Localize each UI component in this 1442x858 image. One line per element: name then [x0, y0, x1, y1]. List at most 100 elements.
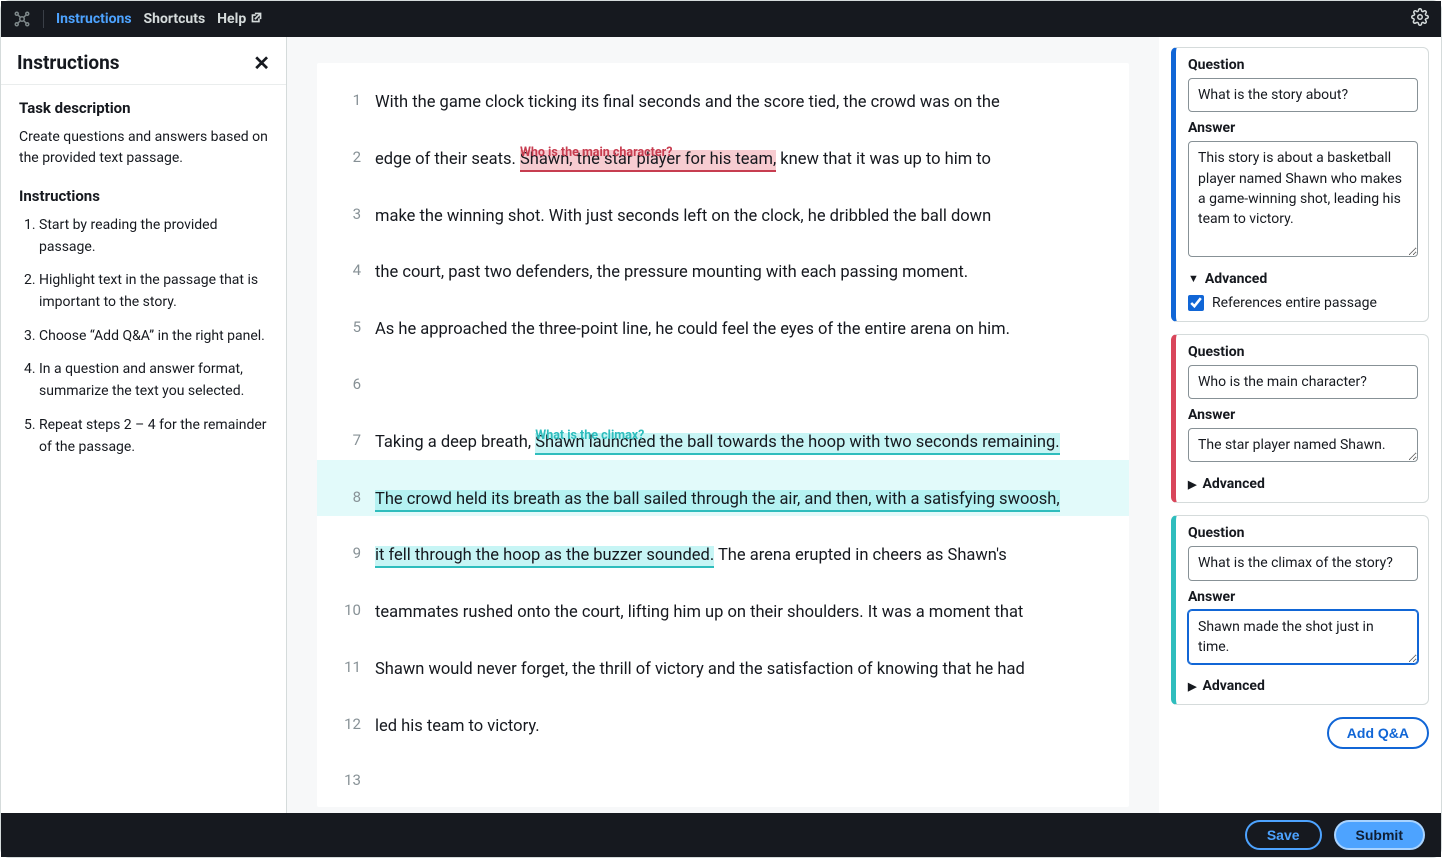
line-text[interactable]: make the winning shot. With just seconds…: [361, 177, 1117, 234]
line-number: 4: [329, 233, 361, 279]
line-number: 10: [329, 573, 361, 619]
close-icon[interactable]: ✕: [253, 53, 270, 73]
line-number: 2: [329, 120, 361, 166]
line-number: 6: [329, 347, 361, 393]
answer-label: Answer: [1188, 589, 1418, 605]
passage-line: 4 the court, past two defenders, the pre…: [317, 233, 1129, 290]
instruction-step: Start by reading the provided passage.: [39, 215, 268, 258]
answer-label: Answer: [1188, 407, 1418, 423]
line-number: 9: [329, 516, 361, 562]
task-description-heading: Task description: [19, 99, 268, 117]
passage-line: 2 edge of their seats. Who is the main c…: [317, 120, 1129, 177]
instructions-list: Start by reading the provided passage. H…: [19, 215, 268, 458]
line-number: 11: [329, 630, 361, 676]
nav-shortcuts[interactable]: Shortcuts: [144, 11, 206, 27]
question-input[interactable]: [1188, 546, 1418, 580]
footer: Save Submit: [1, 813, 1441, 857]
passage-area: 1 With the game clock ticking its final …: [287, 37, 1159, 813]
save-button[interactable]: Save: [1245, 820, 1322, 850]
instruction-step: In a question and answer format, summari…: [39, 359, 268, 402]
instructions-title: Instructions: [17, 51, 120, 74]
line-text[interactable]: [361, 347, 1117, 379]
chevron-right-icon: ▶: [1188, 478, 1196, 491]
advanced-label: Advanced: [1205, 271, 1267, 287]
qa-card: Question Answer The star player named Sh…: [1171, 334, 1429, 504]
line-text[interactable]: led his team to victory.: [361, 687, 1117, 744]
instructions-header: Instructions ✕: [1, 37, 286, 85]
advanced-toggle[interactable]: ▼ Advanced: [1188, 271, 1418, 287]
highlight[interactable]: The crowd held its breath as the ball sa…: [375, 490, 1060, 512]
add-qa-button[interactable]: Add Q&A: [1327, 717, 1429, 749]
line-number: 8: [329, 460, 361, 506]
advanced-toggle[interactable]: ▶ Advanced: [1188, 678, 1418, 694]
line-fragment: edge of their seats.: [375, 150, 520, 169]
question-label: Question: [1188, 344, 1418, 360]
passage-line: 10 teammates rushed onto the court, lift…: [317, 573, 1129, 630]
line-text[interactable]: Taking a deep breath, What is the climax…: [361, 403, 1117, 460]
advanced-toggle[interactable]: ▶ Advanced: [1188, 476, 1418, 492]
passage[interactable]: 1 With the game clock ticking its final …: [317, 63, 1129, 807]
answer-label: Answer: [1188, 120, 1418, 136]
line-number: 12: [329, 687, 361, 733]
instructions-heading: Instructions: [19, 187, 268, 205]
line-text[interactable]: As he approached the three-point line, h…: [361, 290, 1117, 347]
question-input[interactable]: [1188, 78, 1418, 112]
references-label: References entire passage: [1212, 295, 1377, 311]
line-fragment: Taking a deep breath,: [375, 433, 535, 452]
answer-input[interactable]: Shawn made the shot just in time.: [1188, 610, 1418, 665]
advanced-label: Advanced: [1202, 678, 1264, 694]
line-text[interactable]: [361, 743, 1117, 775]
chevron-right-icon: ▶: [1188, 680, 1196, 693]
line-text[interactable]: The crowd held its breath as the ball sa…: [361, 460, 1117, 517]
line-text[interactable]: teammates rushed onto the court, lifting…: [361, 573, 1117, 630]
passage-line: 7 Taking a deep breath, What is the clim…: [317, 403, 1129, 460]
passage-line: 13: [317, 743, 1129, 799]
passage-line: 9 it fell through the hoop as the buzzer…: [317, 516, 1129, 573]
chevron-down-icon: ▼: [1188, 272, 1199, 285]
nav-divider: [43, 10, 44, 28]
workspace: Instructions ✕ Task description Create q…: [1, 37, 1441, 813]
line-text[interactable]: edge of their seats. Who is the main cha…: [361, 120, 1117, 177]
line-fragment: The arena erupted in cheers as Shawn's: [714, 546, 1007, 565]
line-number: 5: [329, 290, 361, 336]
external-link-icon: [250, 11, 263, 28]
references-entire-passage-row: References entire passage: [1188, 295, 1418, 311]
task-description-text: Create questions and answers based on th…: [19, 127, 268, 169]
passage-line: 1 With the game clock ticking its final …: [317, 63, 1129, 120]
submit-button[interactable]: Submit: [1334, 820, 1425, 850]
nav-help-label: Help: [217, 11, 246, 27]
qa-panel: Question Answer This story is about a ba…: [1159, 37, 1441, 813]
passage-line: 5 As he approached the three-point line,…: [317, 290, 1129, 347]
line-text[interactable]: it fell through the hoop as the buzzer s…: [361, 516, 1117, 573]
line-number: 3: [329, 177, 361, 223]
answer-input[interactable]: The star player named Shawn.: [1188, 428, 1418, 462]
passage-line: 3 make the winning shot. With just secon…: [317, 177, 1129, 234]
brand-icon: [13, 10, 31, 28]
instruction-step: Highlight text in the passage that is im…: [39, 270, 268, 313]
nav-instructions[interactable]: Instructions: [56, 11, 132, 27]
passage-line: 6: [317, 347, 1129, 403]
answer-input[interactable]: This story is about a basketball player …: [1188, 141, 1418, 256]
qa-card: Question Answer This story is about a ba…: [1171, 47, 1429, 322]
qa-card: Question Answer Shawn made the shot just…: [1171, 515, 1429, 705]
line-text[interactable]: Shawn would never forget, the thrill of …: [361, 630, 1117, 687]
line-number: 13: [329, 743, 361, 789]
passage-line: 12 led his team to victory.: [317, 687, 1129, 744]
instruction-step: Repeat steps 2 – 4 for the remainder of …: [39, 415, 268, 458]
nav-help[interactable]: Help: [217, 11, 263, 28]
question-label: Question: [1188, 525, 1418, 541]
advanced-label: Advanced: [1202, 476, 1264, 492]
instructions-panel: Instructions ✕ Task description Create q…: [1, 37, 287, 813]
highlight[interactable]: it fell through the hoop as the buzzer s…: [375, 546, 714, 568]
question-input[interactable]: [1188, 365, 1418, 399]
line-number: 7: [329, 403, 361, 449]
line-fragment: knew that it was up to him to: [776, 150, 991, 169]
passage-line: 11 Shawn would never forget, the thrill …: [317, 630, 1129, 687]
question-label: Question: [1188, 57, 1418, 73]
line-number: 1: [329, 63, 361, 109]
line-text[interactable]: With the game clock ticking its final se…: [361, 63, 1117, 120]
references-checkbox[interactable]: [1188, 295, 1204, 311]
top-nav: Instructions Shortcuts Help: [1, 1, 1441, 37]
settings-icon[interactable]: [1411, 8, 1429, 30]
line-text[interactable]: the court, past two defenders, the press…: [361, 233, 1117, 290]
